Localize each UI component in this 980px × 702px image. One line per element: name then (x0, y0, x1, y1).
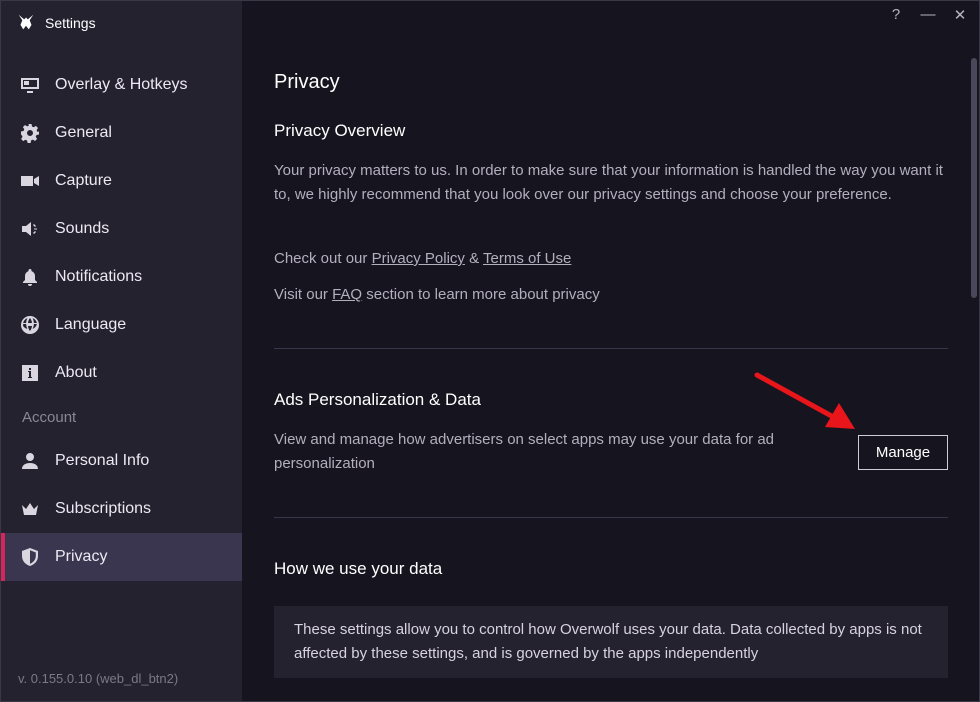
terms-of-use-link[interactable]: Terms of Use (483, 250, 571, 267)
crown-icon (19, 498, 41, 520)
sidebar-item-label: Notifications (55, 268, 143, 285)
data-usage-heading: How we use your data (274, 559, 443, 578)
privacy-policy-link[interactable]: Privacy Policy (372, 250, 465, 267)
sidebar-item-label: Capture (55, 172, 112, 189)
sidebar-item-capture[interactable]: Capture (1, 157, 242, 205)
privacy-overview-heading: Privacy Overview (274, 121, 406, 140)
info-icon (19, 362, 41, 384)
sidebar-item-label: General (55, 124, 112, 141)
sidebar-item-sounds[interactable]: Sounds (1, 205, 242, 253)
sidebar-item-label: Sounds (55, 220, 110, 237)
settings-window: Settings Overlay & Hotkeys General Captu… (0, 0, 980, 702)
scrollbar-thumb[interactable] (971, 58, 977, 298)
faq-line: Visit our FAQ section to learn more abou… (274, 283, 600, 307)
data-usage-info-box: These settings allow you to control how … (274, 606, 948, 678)
sidebar-item-language[interactable]: Language (1, 301, 242, 349)
policy-links-amp: & (464, 250, 483, 267)
globe-icon (19, 314, 41, 336)
sidebar-item-privacy[interactable]: Privacy (1, 533, 242, 581)
sidebar-item-label: Subscriptions (55, 500, 152, 517)
app-version: v. 0.155.0.10 (web_dl_btn2) (18, 671, 179, 686)
app-title: Settings (15, 12, 96, 34)
sidebar-item-overlay-hotkeys[interactable]: Overlay & Hotkeys (1, 61, 242, 109)
section-divider (274, 348, 948, 349)
gear-icon (19, 122, 41, 144)
sidebar-nav: Overlay & Hotkeys General Capture Sounds (1, 61, 242, 581)
section-divider (274, 517, 948, 518)
sidebar-item-label: About (55, 364, 97, 381)
policy-links-prefix: Check out our (274, 250, 372, 267)
speaker-icon (19, 218, 41, 240)
privacy-overview-text: Your privacy matters to us. In order to … (274, 162, 943, 203)
red-arrow-annotation-icon (754, 372, 855, 429)
sidebar-item-notifications[interactable]: Notifications (1, 253, 242, 301)
bell-icon (19, 266, 41, 288)
policy-links-line: Check out our Privacy Policy & Terms of … (274, 247, 571, 271)
overlay-icon (19, 74, 41, 96)
sidebar-item-about[interactable]: About (1, 349, 242, 397)
ads-personalization-text: View and manage how advertisers on selec… (274, 431, 775, 472)
sidebar: Settings Overlay & Hotkeys General Captu… (1, 1, 242, 701)
sidebar-item-label: Language (55, 316, 127, 333)
ads-personalization-heading: Ads Personalization & Data (274, 390, 481, 409)
sidebar-item-label: Privacy (55, 548, 108, 565)
person-icon (19, 450, 41, 472)
faq-suffix: section to learn more about privacy (362, 286, 600, 303)
sidebar-item-label: Personal Info (55, 452, 150, 469)
faq-prefix: Visit our (274, 286, 333, 303)
faq-link[interactable]: FAQ (332, 286, 362, 303)
sidebar-item-general[interactable]: General (1, 109, 242, 157)
shield-icon (19, 546, 41, 568)
wolf-logo-icon (18, 14, 34, 30)
window-controls: ? — ✕ (887, 6, 969, 24)
video-camera-icon (19, 170, 41, 192)
sidebar-item-subscriptions[interactable]: Subscriptions (1, 485, 242, 533)
page-title: Privacy (274, 71, 340, 93)
sidebar-item-label: Overlay & Hotkeys (55, 76, 188, 93)
minimize-button[interactable]: — (919, 6, 937, 24)
sidebar-section-account: Account (22, 408, 77, 426)
app-title-text: Settings (45, 15, 96, 31)
close-button[interactable]: ✕ (951, 6, 969, 24)
help-button[interactable]: ? (887, 6, 905, 24)
sidebar-item-personal-info[interactable]: Personal Info (1, 437, 242, 485)
manage-button[interactable]: Manage (858, 435, 948, 470)
